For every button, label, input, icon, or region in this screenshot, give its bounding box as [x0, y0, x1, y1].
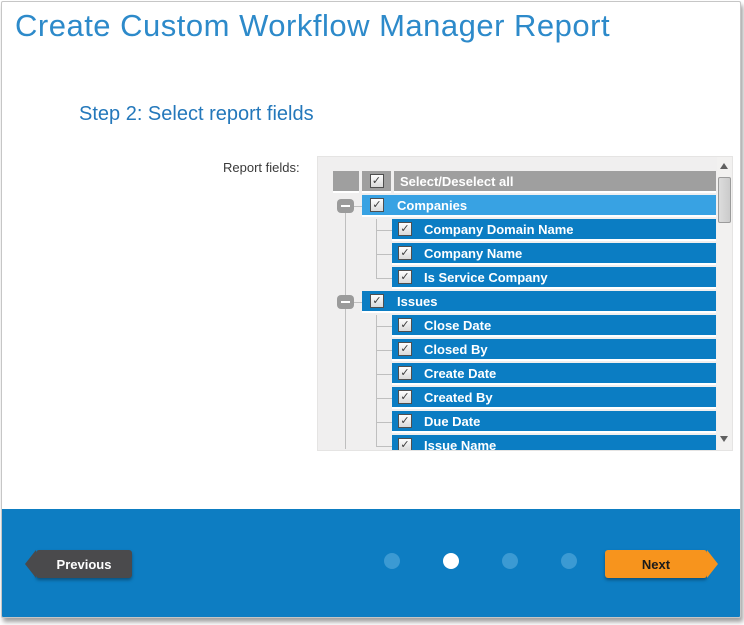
step-dot-1[interactable] [384, 553, 400, 569]
collapse-icon[interactable] [337, 199, 354, 213]
row-checkbox[interactable]: ✓ [398, 414, 412, 428]
page-title: Create Custom Workflow Manager Report [15, 8, 610, 44]
row-checkbox[interactable]: ✓ [398, 438, 412, 451]
row-label: Company Domain Name [424, 222, 574, 237]
checkmark-icon: ✓ [372, 200, 381, 211]
checkmark-icon: ✓ [400, 416, 409, 427]
select-all-checkbox[interactable]: ✓ [370, 174, 384, 188]
tree-row[interactable]: ✓ Closed By [392, 339, 716, 361]
step-dot-2-active[interactable] [443, 553, 459, 569]
row-checkbox[interactable]: ✓ [398, 318, 412, 332]
row-label: Due Date [424, 414, 480, 429]
checkmark-icon: ✓ [400, 368, 409, 379]
report-fields-label: Report fields: [223, 160, 300, 175]
row-checkbox[interactable]: ✓ [370, 198, 384, 212]
scrollbar[interactable] [717, 157, 732, 450]
step-dot-4[interactable] [561, 553, 577, 569]
checkmark-icon: ✓ [372, 296, 381, 307]
tree-row[interactable]: ✓ Company Domain Name [392, 219, 716, 241]
tree-row[interactable]: ✓ Close Date [392, 315, 716, 337]
wizard-window: Create Custom Workflow Manager Report St… [1, 1, 741, 618]
tree-connector [354, 206, 362, 207]
tree-connector [345, 213, 346, 449]
tree-row[interactable]: ✓ Is Service Company [392, 267, 716, 289]
tree-row[interactable]: ✓ Due Date [392, 411, 716, 433]
checkmark-icon: ✓ [400, 224, 409, 235]
minus-icon [341, 301, 350, 303]
tree-row[interactable]: ✓ Company Name [392, 243, 716, 265]
tree-connector [376, 446, 392, 447]
tree-row[interactable]: ✓ Issue Name [392, 435, 716, 451]
checkmark-icon: ✓ [400, 272, 409, 283]
previous-button[interactable]: Previous [36, 550, 132, 578]
row-label: Issues [397, 294, 437, 309]
header-indent-cell [333, 171, 359, 193]
tree-connector [376, 398, 392, 399]
row-checkbox[interactable]: ✓ [370, 294, 384, 308]
header-checkbox-cell: ✓ [362, 171, 391, 193]
tree-connector [376, 219, 377, 278]
row-label: Close Date [424, 318, 491, 333]
report-fields-tree: ✓ Select/Deselect all ✓ Companies ✓ Comp… [317, 156, 733, 451]
minus-icon [341, 205, 350, 207]
tree-row-issues[interactable]: ✓ Issues [362, 291, 716, 313]
checkmark-icon: ✓ [400, 392, 409, 403]
step-dot-3[interactable] [502, 553, 518, 569]
row-label: Created By [424, 390, 493, 405]
wizard-footer: Previous Next [2, 509, 740, 617]
next-button[interactable]: Next [605, 550, 707, 578]
header-label-cell: Select/Deselect all [394, 171, 716, 193]
checkmark-icon: ✓ [400, 440, 409, 451]
select-deselect-all-label: Select/Deselect all [400, 174, 513, 189]
scrollbar-thumb[interactable] [718, 177, 731, 223]
scroll-down-icon[interactable] [720, 436, 728, 442]
row-label: Companies [397, 198, 467, 213]
row-checkbox[interactable]: ✓ [398, 390, 412, 404]
row-checkbox[interactable]: ✓ [398, 246, 412, 260]
tree-row[interactable]: ✓ Created By [392, 387, 716, 409]
row-label: Create Date [424, 366, 496, 381]
tree-connector [376, 350, 392, 351]
tree-connector [376, 374, 392, 375]
row-checkbox[interactable]: ✓ [398, 222, 412, 236]
tree-connector [376, 315, 377, 446]
row-label: Issue Name [424, 438, 496, 452]
step-heading: Step 2: Select report fields [79, 103, 314, 126]
scroll-up-icon[interactable] [720, 163, 728, 169]
row-label: Is Service Company [424, 270, 548, 285]
tree-connector [376, 230, 392, 231]
tree-connector [354, 302, 362, 303]
row-label: Closed By [424, 342, 488, 357]
tree-row[interactable]: ✓ Create Date [392, 363, 716, 385]
checkmark-icon: ✓ [400, 344, 409, 355]
row-checkbox[interactable]: ✓ [398, 342, 412, 356]
tree-row-companies[interactable]: ✓ Companies [362, 195, 716, 217]
tree-connector [376, 326, 392, 327]
tree-connector [376, 422, 392, 423]
tree-connector [376, 254, 392, 255]
checkmark-icon: ✓ [400, 320, 409, 331]
row-checkbox[interactable]: ✓ [398, 270, 412, 284]
collapse-icon[interactable] [337, 295, 354, 309]
checkmark-icon: ✓ [400, 248, 409, 259]
checkmark-icon: ✓ [372, 176, 381, 187]
row-checkbox[interactable]: ✓ [398, 366, 412, 380]
tree-connector [376, 278, 392, 279]
row-label: Company Name [424, 246, 522, 261]
